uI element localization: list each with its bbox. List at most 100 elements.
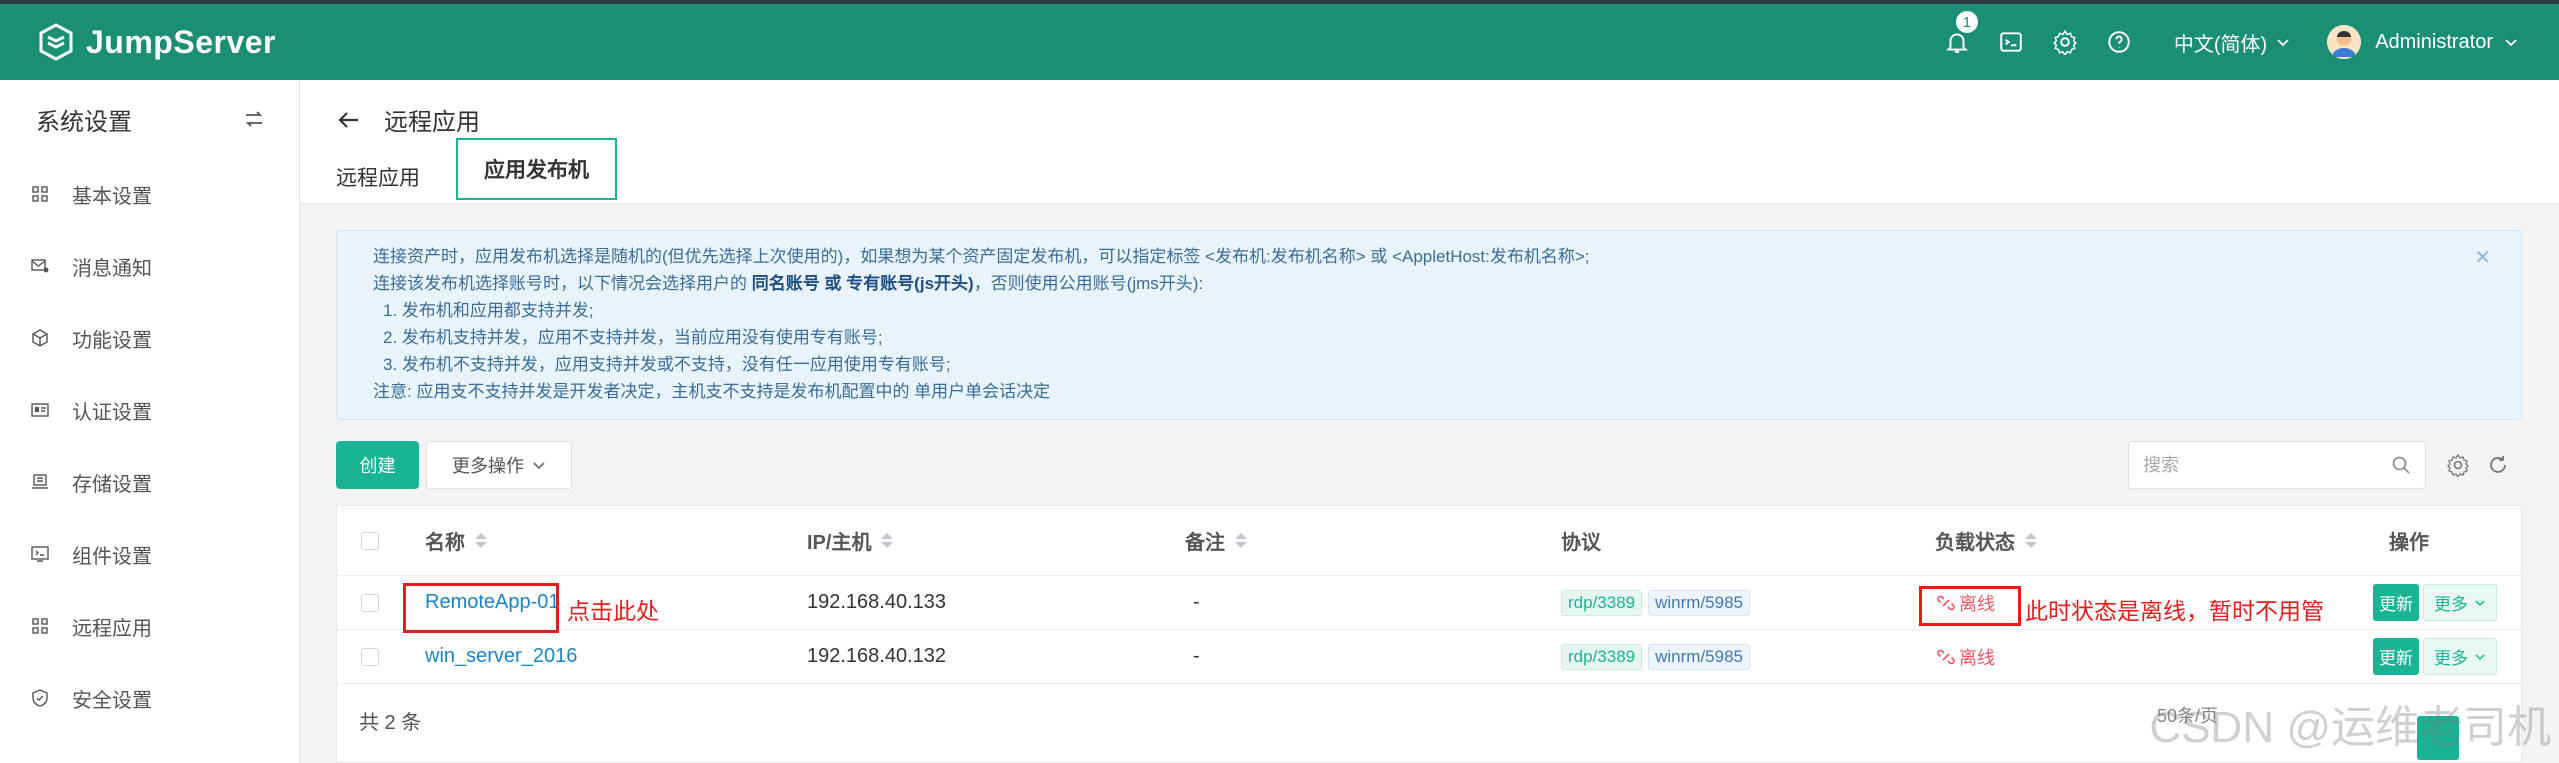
protocol-tags: rdp/3389 winrm/5985 — [1561, 643, 1756, 670]
storage-icon — [30, 472, 50, 492]
search-box[interactable] — [2128, 441, 2426, 489]
settings-gear-icon[interactable] — [2050, 27, 2080, 57]
annotation-status-note: 此时状态是离线，暂时不用管 — [2025, 598, 2324, 624]
toolbar: 创建 更多操作 — [336, 441, 2522, 491]
protocol-tag: rdp/3389 — [1561, 589, 1643, 616]
table-row: win_server_2016 192.168.40.132 - rdp/338… — [337, 630, 2523, 684]
refresh-icon[interactable] — [2486, 453, 2510, 477]
table-settings-gear-icon[interactable] — [2446, 453, 2470, 477]
more-actions-label: 更多操作 — [452, 456, 524, 476]
info-text: 连接该发布机选择账号时，以下情况会选择用户的 — [373, 274, 752, 293]
more-label: 更多 — [2434, 649, 2468, 668]
sidebar-item-security[interactable]: 安全设置 — [0, 662, 299, 734]
more-actions-button[interactable]: 更多操作 — [426, 441, 572, 489]
grid-icon — [30, 184, 50, 204]
user-name: Administrator — [2375, 30, 2493, 53]
host-ip: 192.168.40.132 — [807, 645, 947, 667]
language-switcher[interactable]: 中文(简体) — [2174, 28, 2291, 57]
message-icon — [30, 256, 50, 276]
search-icon[interactable] — [2391, 455, 2411, 475]
status-badge: 离线 — [1937, 644, 1995, 670]
total-count: 共 2 条 — [359, 712, 422, 734]
chevron-down-icon — [2475, 653, 2485, 660]
row-checkbox[interactable] — [361, 647, 379, 666]
logo[interactable]: JumpServer — [36, 22, 276, 62]
page-header: 远程应用 远程应用 应用发布机 — [300, 80, 2559, 204]
protocol-tags: rdp/3389 winrm/5985 — [1561, 589, 1756, 616]
more-label: 更多 — [2434, 595, 2468, 614]
sidebar-item-feature[interactable]: 功能设置 — [0, 302, 299, 374]
sidebar-item-label: 认证设置 — [72, 401, 152, 424]
sidebar-item-label: 存储设置 — [72, 473, 152, 496]
sort-icon[interactable] — [2025, 533, 2037, 548]
select-all-checkbox[interactable] — [361, 531, 379, 550]
sidebar-item-label: 安全设置 — [72, 689, 152, 712]
sidebar-item-auth[interactable]: 认证设置 — [0, 374, 299, 446]
update-button[interactable]: 更新 — [2373, 584, 2419, 621]
id-card-icon — [30, 400, 50, 420]
language-label: 中文(简体) — [2173, 33, 2268, 56]
sidebar-item-label: 组件设置 — [72, 545, 152, 568]
column-header-ip[interactable]: IP/主机 — [807, 526, 894, 555]
sidebar-item-remote-app[interactable]: 远程应用 — [0, 590, 299, 662]
top-bar: JumpServer 1 中文(简体) Administrator — [0, 0, 2559, 80]
sort-icon[interactable] — [881, 533, 894, 548]
chevron-down-icon — [2475, 599, 2485, 606]
sidebar-item-label: 基本设置 — [72, 185, 152, 208]
collapse-toggle-icon[interactable] — [243, 108, 265, 130]
chevron-down-icon — [2505, 39, 2517, 47]
host-ip: 192.168.40.133 — [807, 591, 947, 613]
terminal-icon[interactable] — [1996, 27, 2026, 57]
column-label: 负载状态 — [1935, 532, 2015, 554]
sidebar-item-label: 远程应用 — [72, 617, 152, 640]
sidebar-item-label: 消息通知 — [72, 257, 152, 280]
back-arrow-icon[interactable] — [336, 107, 362, 133]
page-title: 远程应用 — [384, 109, 480, 136]
disconnected-link-icon — [1937, 649, 1955, 664]
update-button[interactable]: 更新 — [2373, 638, 2419, 675]
column-header-comment[interactable]: 备注 — [1185, 526, 1247, 555]
info-line: 注意: 应用支不支持并发是开发者决定，主机支不支持是发布机配置中的 单用户单会话… — [373, 382, 1051, 401]
component-icon — [30, 544, 50, 564]
column-header-protocols: 协议 — [1561, 532, 1601, 554]
column-header-actions: 操作 — [2389, 532, 2429, 554]
row-actions: 更新 更多 — [2373, 638, 2497, 675]
notification-bell-icon[interactable]: 1 — [1942, 9, 1980, 57]
tab-applet-hosts[interactable]: 应用发布机 — [456, 138, 617, 200]
row-actions: 更新 更多 — [2373, 584, 2497, 621]
sidebar-item-component[interactable]: 组件设置 — [0, 518, 299, 590]
sidebar-item-basic[interactable]: 基本设置 — [0, 158, 299, 230]
column-label: 备注 — [1185, 532, 1225, 554]
sidebar-item-storage[interactable]: 存储设置 — [0, 446, 299, 518]
annotation-box-hostname — [403, 583, 559, 633]
sort-icon[interactable] — [1235, 533, 1247, 548]
app-name: JumpServer — [86, 23, 276, 60]
close-icon[interactable]: ✕ — [2474, 245, 2491, 272]
avatar — [2327, 25, 2362, 59]
column-header-load-status[interactable]: 负载状态 — [1935, 526, 2037, 555]
sort-icon[interactable] — [475, 533, 487, 548]
main-content: 远程应用 远程应用 应用发布机 ✕ 连接资产时，应用发布机选择是随机的(但优先选… — [300, 80, 2559, 763]
protocol-tag: winrm/5985 — [1648, 643, 1750, 670]
host-name-link[interactable]: win_server_2016 — [425, 645, 577, 668]
column-label: 名称 — [425, 532, 465, 554]
notification-count-badge: 1 — [1953, 9, 1980, 35]
sidebar-item-notification[interactable]: 消息通知 — [0, 230, 299, 302]
sidebar: 系统设置 基本设置 消息通知 功能设置 认证设置 存储设置 组件设置 远程应用 … — [0, 80, 300, 763]
more-dropdown-button[interactable]: 更多 — [2423, 584, 2497, 621]
tab-remote-apps[interactable]: 远程应用 — [336, 152, 420, 202]
more-dropdown-button[interactable]: 更多 — [2423, 638, 2497, 675]
protocol-tag: rdp/3389 — [1561, 643, 1643, 670]
shield-icon — [30, 688, 50, 708]
column-header-name[interactable]: 名称 — [425, 526, 487, 555]
column-label: IP/主机 — [807, 532, 872, 554]
help-icon[interactable] — [2104, 27, 2134, 57]
row-checkbox[interactable] — [361, 593, 379, 612]
chevron-down-icon — [533, 462, 545, 470]
chevron-down-icon — [2277, 39, 2289, 47]
create-button[interactable]: 创建 — [336, 441, 419, 489]
search-input[interactable] — [2143, 454, 2373, 476]
user-menu[interactable]: Administrator — [2327, 25, 2519, 59]
remote-app-icon — [30, 616, 50, 636]
jumpserver-logo-icon — [39, 23, 73, 61]
